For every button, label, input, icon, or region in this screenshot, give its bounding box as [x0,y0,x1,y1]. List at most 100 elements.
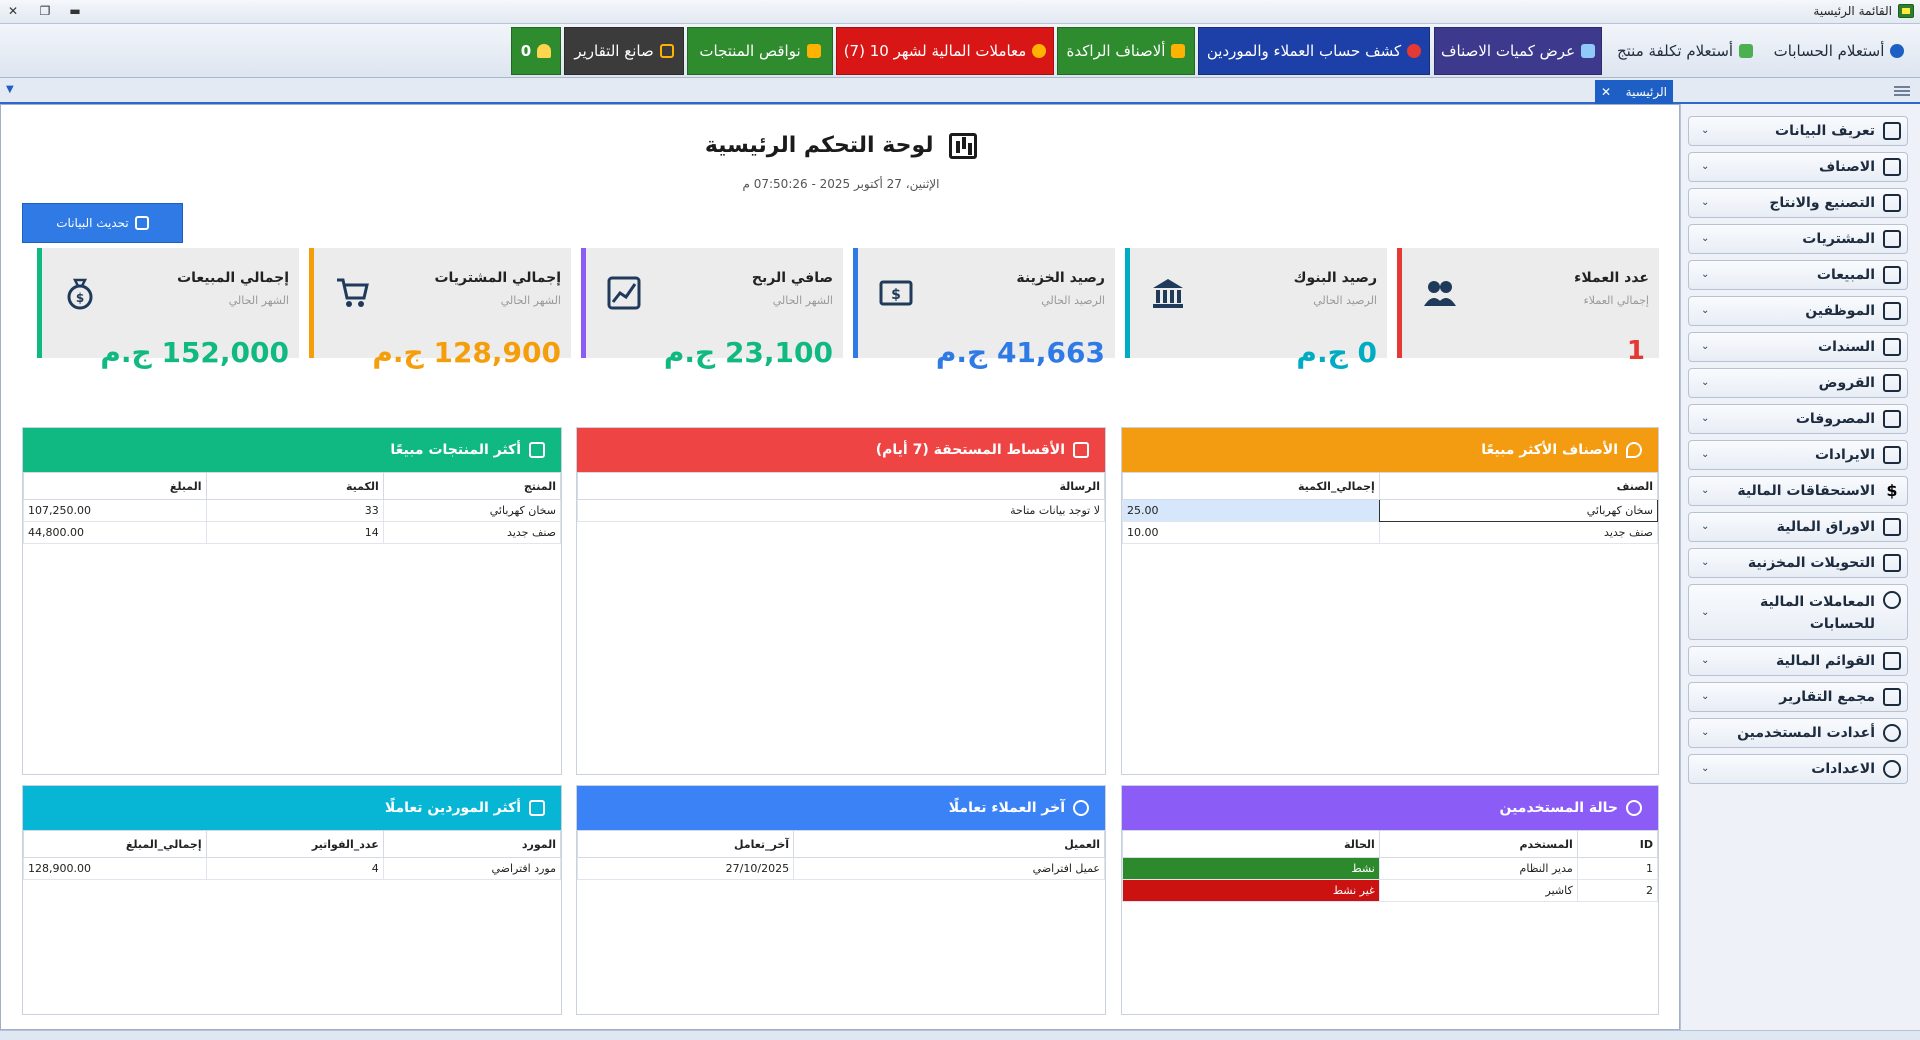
close-window-icon[interactable]: ✕ [6,4,20,18]
product-shortages-button[interactable]: نواقص المنتجات [687,27,833,75]
data-grid[interactable]: المورد عدد_الفواتير إجمالي_المبلغ مورد ا… [23,830,562,880]
column-header[interactable]: المبلغ [23,472,207,500]
table-cell[interactable]: صنف جديد [382,521,562,544]
sidebar-item-stock-transfers[interactable]: التحويلات المخزنية ⌄ [1688,548,1908,578]
sidebar-item-manufacturing[interactable]: التصنيع والانتاج ⌄ [1688,188,1908,218]
tab-list-dropdown-icon[interactable]: ▼ [6,84,14,95]
column-header[interactable]: المورد [382,830,562,858]
table-row[interactable]: لا توجد بيانات متاحة [577,499,1105,522]
table-row[interactable]: صنف جديد 14 44,800.00 [23,521,562,544]
table-cell[interactable]: لا توجد بيانات متاحة [577,499,1105,522]
status-badge[interactable]: نشط [1122,857,1380,880]
column-header[interactable]: إجمالي_المبلغ [23,830,207,858]
menu-toggle-icon[interactable] [1894,86,1910,96]
report-builder-button[interactable]: صانع التقارير [564,27,684,75]
table-row[interactable]: عميل افتراضي 27/10/2025 [576,857,1105,880]
table-cell[interactable]: صنف جديد [1378,521,1659,544]
sidebar-item-loans[interactable]: القروض ⌄ [1688,368,1908,398]
column-header[interactable]: الصنف [1378,472,1659,500]
app-icon [1898,4,1914,18]
sidebar-item-settings[interactable]: الاعدادات ⌄ [1688,754,1908,784]
column-header[interactable]: عدد_الفواتير [205,830,384,858]
column-header[interactable]: ID [1576,830,1659,858]
sidebar-item-user-settings[interactable]: أعدادت المستخدمين ⌄ [1688,718,1908,748]
restore-window-icon[interactable]: ❐ [38,4,52,18]
window-title: القائمة الرئيسية [1813,4,1892,18]
sidebar-item-items[interactable]: الاصناف ⌄ [1688,152,1908,182]
column-header[interactable]: آخر_تعامل [576,830,795,858]
table-cell[interactable]: 10.00 [1122,521,1380,544]
tab-home[interactable]: الرئيسية ✕ [1595,80,1673,104]
sidebar-item-label: الاعدادات [1811,761,1875,777]
table-row[interactable]: سخان كهربائي 25.00 [1122,499,1659,522]
table-cell[interactable]: 44,800.00 [23,521,207,544]
data-grid[interactable]: الرسالة لا توجد بيانات متاحة [577,472,1105,522]
monthly-transactions-button[interactable]: معاملات المالية لشهر 10 (7) [836,27,1054,75]
table-cell[interactable]: 4 [205,857,384,880]
card-accent [1397,248,1402,358]
data-grid[interactable]: ID المستخدم الحالة 1 مدير النظام نشط 2 ك… [1122,830,1659,902]
sidebar-item-financial-statements[interactable]: القوائم المالية ⌄ [1688,646,1908,676]
table-cell[interactable]: عميل افتراضي [793,857,1105,880]
table-cell[interactable]: 128,900.00 [23,857,207,880]
button-label: أستعلام تكلفة منتج [1616,42,1734,60]
table-cell[interactable]: 14 [205,521,384,544]
data-grid[interactable]: العميل آخر_تعامل عميل افتراضي 27/10/2025 [576,830,1105,880]
sidebar-item-reports[interactable]: مجمع التقارير ⌄ [1688,682,1908,712]
sidebar-item-expenses[interactable]: المصروفات ⌄ [1688,404,1908,434]
card-accent [309,248,314,358]
minimize-window-icon[interactable]: ▬ [68,4,82,18]
refresh-data-button[interactable]: تحديث البيانات [22,203,183,243]
table-cell[interactable]: 27/10/2025 [576,857,795,880]
data-grid[interactable]: المنتج الكمية المبلغ سخان كهربائي 33 107… [23,472,562,544]
line-chart-icon [607,276,641,310]
table-cell[interactable]: 33 [205,499,384,522]
sidebar-item-data-definition[interactable]: تعريف البيانات ⌄ [1688,116,1908,146]
table-row[interactable]: صنف جديد 10.00 [1122,521,1659,544]
page-title: لوحة التحكم الرئيسية [1,133,1681,159]
income-icon [1883,446,1901,464]
notifications-button[interactable]: 0 [511,27,561,75]
sidebar-item-account-transactions[interactable]: المعاملات المالية للحسابات ⌄ [1688,584,1908,640]
sidebar-item-revenues[interactable]: الايرادات ⌄ [1688,440,1908,470]
column-header[interactable]: الكمية [205,472,384,500]
table-cell[interactable]: 107,250.00 [23,499,207,522]
column-header[interactable]: المستخدم [1378,830,1578,858]
column-header[interactable]: الحالة [1122,830,1380,858]
table-cell[interactable]: سخان كهربائي [1378,499,1659,522]
account-statement-button[interactable]: كشف حساب العملاء والموردين [1198,27,1430,75]
card-value: 0 ج.م [1296,336,1377,369]
table-row[interactable]: مورد افتراضي 4 128,900.00 [23,857,562,880]
table-row[interactable]: 1 مدير النظام نشط [1122,857,1659,880]
column-header[interactable]: إجمالي_الكمية [1122,472,1380,500]
status-badge[interactable]: غير نشط [1122,879,1380,902]
table-cell[interactable]: 1 [1576,857,1659,880]
item-quantities-button[interactable]: عرض كميات الاصناف [1434,27,1602,75]
table-cell[interactable]: مدير النظام [1378,857,1578,880]
table-cell[interactable]: مورد افتراضي [382,857,562,880]
stagnant-items-button[interactable]: ألاصناف الراكدة [1057,27,1195,75]
chevron-down-icon: ⌄ [1701,233,1710,244]
product-cost-inquiry-button[interactable]: أستعلام تكلفة منتج [1610,27,1760,75]
table-cell[interactable]: سخان كهربائي [382,499,562,522]
sidebar-item-purchases[interactable]: المشتريات ⌄ [1688,224,1908,254]
sidebar-item-sales[interactable]: المبيعات ⌄ [1688,260,1908,290]
sidebar-item-label: الاصناف [1819,159,1875,175]
column-header[interactable]: الرسالة [577,472,1105,500]
table-cell[interactable]: كاشير [1378,879,1578,902]
accounts-inquiry-button[interactable]: أستعلام الحسابات [1768,27,1910,75]
table-cell[interactable]: 2 [1576,879,1659,902]
table-cell[interactable]: 25.00 [1122,499,1380,522]
sidebar-item-dues[interactable]: $ الاستحقاقات المالية ⌄ [1688,476,1908,506]
sidebar-item-employees[interactable]: الموظفين ⌄ [1688,296,1908,326]
tab-close-icon[interactable]: ✕ [1601,85,1611,99]
table-row[interactable]: سخان كهربائي 33 107,250.00 [23,499,562,522]
sidebar-item-vouchers[interactable]: السندات ⌄ [1688,332,1908,362]
column-header[interactable]: العميل [793,830,1105,858]
sidebar-item-securities[interactable]: الاوراق المالية ⌄ [1688,512,1908,542]
table-row[interactable]: 2 كاشير غير نشط [1122,879,1659,902]
chevron-down-icon: ⌄ [1701,763,1710,774]
current-datetime: الإثنين، 27 أكتوبر 2025 - 07:50:26 م [742,177,940,191]
data-grid[interactable]: الصنف إجمالي_الكمية سخان كهربائي 25.00 ص… [1122,472,1659,544]
column-header[interactable]: المنتج [382,472,562,500]
